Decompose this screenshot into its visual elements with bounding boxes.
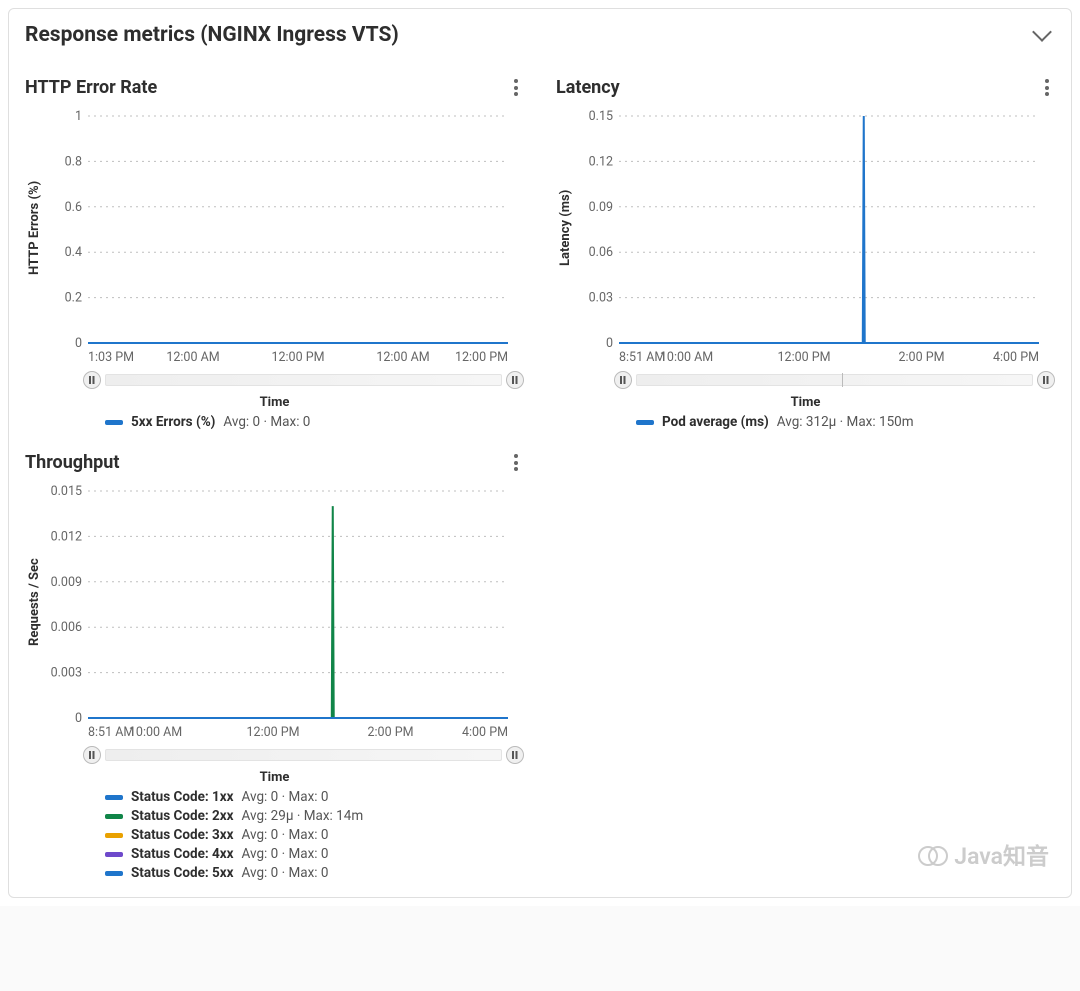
chart-title: HTTP Error Rate	[25, 77, 157, 98]
legend-item[interactable]: Status Code: 4xx Avg: 0 · Max: 0	[105, 846, 524, 862]
chart-plot[interactable]: 0 0.03 0.06 0.09 0.12 0.15 8:51 AM10:00 AM 12:0…	[575, 110, 1045, 365]
svg-text:0.03: 0.03	[589, 291, 613, 306]
chart-menu-button[interactable]	[508, 448, 524, 477]
svg-text:0.06: 0.06	[589, 245, 613, 260]
svg-text:0.12: 0.12	[589, 154, 613, 169]
pause-icon[interactable]	[614, 371, 632, 389]
chart-plot[interactable]: 0 0.003 0.006 0.009 0.012 0.015 8:51 AM10:00 A…	[44, 485, 514, 740]
svg-text:0.006: 0.006	[51, 620, 82, 635]
svg-text:1: 1	[75, 110, 82, 124]
svg-text:8:51 AM: 8:51 AM	[88, 725, 134, 740]
svg-text:0.009: 0.009	[51, 575, 82, 590]
chevron-down-icon[interactable]	[1032, 22, 1052, 42]
legend-stats: Avg: 0 · Max: 0	[242, 789, 329, 805]
svg-text:8:51 AM: 8:51 AM	[619, 350, 665, 365]
chart-menu-button[interactable]	[508, 73, 524, 102]
svg-text:10:00 AM: 10:00 AM	[129, 725, 182, 740]
legend-swatch	[636, 420, 654, 425]
legend-item[interactable]: Status Code: 5xx Avg: 0 · Max: 0	[105, 865, 524, 881]
pause-icon[interactable]	[506, 371, 524, 389]
y-axis-label: Latency (ms)	[556, 110, 575, 345]
legend-item[interactable]: Status Code: 2xx Avg: 29μ · Max: 14m	[105, 808, 524, 824]
x-axis-label: Time	[25, 770, 524, 785]
legend-name: 5xx Errors (%)	[131, 414, 215, 430]
legend-name: Status Code: 1xx	[131, 789, 234, 805]
chart-throughput: Throughput Requests / Sec 0 0.003 0.006 0.0…	[25, 430, 524, 881]
svg-text:0: 0	[75, 336, 82, 351]
chart-plot[interactable]: 0 0.2 0.4 0.6 0.8 1 1:03 PM 12:00 AM 12:00 PM 12:…	[44, 110, 514, 365]
svg-text:0.8: 0.8	[65, 154, 82, 169]
svg-text:0.012: 0.012	[51, 529, 82, 544]
chart-legend: 5xx Errors (%) Avg: 0 · Max: 0	[105, 414, 524, 430]
svg-text:0.6: 0.6	[65, 200, 82, 215]
svg-text:12:00 PM: 12:00 PM	[247, 725, 300, 740]
y-axis-label: Requests / Sec	[25, 485, 44, 720]
chart-title: Latency	[556, 77, 620, 98]
svg-text:0.15: 0.15	[589, 110, 613, 124]
legend-item[interactable]: 5xx Errors (%) Avg: 0 · Max: 0	[105, 414, 524, 430]
svg-text:0: 0	[75, 711, 82, 726]
pause-icon[interactable]	[83, 371, 101, 389]
timeline-scrubber[interactable]	[636, 374, 1033, 386]
legend-item[interactable]: Pod average (ms) Avg: 312μ · Max: 150m	[636, 414, 1055, 430]
svg-text:0.2: 0.2	[65, 291, 82, 306]
svg-text:12:00 PM: 12:00 PM	[271, 350, 324, 365]
pause-icon[interactable]	[83, 746, 101, 764]
legend-swatch	[105, 420, 123, 425]
legend-stats: Avg: 312μ · Max: 150m	[777, 414, 914, 430]
legend-swatch	[105, 795, 123, 800]
svg-text:0.015: 0.015	[51, 485, 82, 499]
legend-stats: Avg: 0 · Max: 0	[223, 414, 310, 430]
watermark: Java知音	[918, 837, 1049, 871]
watermark-icon	[918, 842, 948, 866]
legend-name: Status Code: 4xx	[131, 846, 234, 862]
legend-name: Status Code: 3xx	[131, 827, 234, 843]
legend-swatch	[105, 871, 123, 876]
chart-http-error-rate: HTTP Error Rate HTTP Errors (%) 00.20.40…	[25, 55, 524, 430]
legend-swatch	[105, 852, 123, 857]
legend-swatch	[105, 833, 123, 838]
svg-text:1:03 PM: 1:03 PM	[88, 350, 134, 365]
legend-name: Status Code: 5xx	[131, 865, 234, 881]
chart-title: Throughput	[25, 452, 119, 473]
svg-text:4:00 PM: 4:00 PM	[993, 350, 1039, 365]
legend-stats: Avg: 0 · Max: 0	[242, 846, 329, 862]
svg-text:2:00 PM: 2:00 PM	[899, 350, 945, 365]
svg-text:0: 0	[606, 336, 613, 351]
svg-text:2:00 PM: 2:00 PM	[368, 725, 414, 740]
timeline-scrubber[interactable]	[105, 749, 502, 761]
svg-text:12:00 AM: 12:00 AM	[376, 350, 429, 365]
svg-text:12:00 PM: 12:00 PM	[455, 350, 508, 365]
chart-legend: Status Code: 1xxAvg: 0 · Max: 0Status Co…	[105, 789, 524, 881]
chart-menu-button[interactable]	[1039, 73, 1055, 102]
legend-swatch	[105, 814, 123, 819]
svg-text:12:00 AM: 12:00 AM	[166, 350, 219, 365]
svg-text:4:00 PM: 4:00 PM	[462, 725, 508, 740]
panel-title: Response metrics (NGINX Ingress VTS)	[25, 23, 399, 47]
legend-item[interactable]: Status Code: 1xx Avg: 0 · Max: 0	[105, 789, 524, 805]
metrics-panel: Response metrics (NGINX Ingress VTS) HTT…	[8, 8, 1072, 898]
timeline-scrubber[interactable]	[105, 374, 502, 386]
chart-legend: Pod average (ms) Avg: 312μ · Max: 150m	[636, 414, 1055, 430]
x-axis-label: Time	[25, 395, 524, 410]
svg-text:0.4: 0.4	[65, 245, 82, 260]
chart-latency: Latency Latency (ms) 0 0.03 0.06 0.09 0.12 0.…	[556, 55, 1055, 430]
svg-text:0.09: 0.09	[589, 200, 613, 215]
x-axis-label: Time	[556, 395, 1055, 410]
pause-icon[interactable]	[506, 746, 524, 764]
legend-stats: Avg: 0 · Max: 0	[242, 827, 329, 843]
pause-icon[interactable]	[1037, 371, 1055, 389]
legend-stats: Avg: 0 · Max: 0	[242, 865, 329, 881]
svg-text:12:00 PM: 12:00 PM	[778, 350, 831, 365]
legend-name: Pod average (ms)	[662, 414, 769, 430]
legend-stats: Avg: 29μ · Max: 14m	[242, 808, 364, 824]
svg-text:10:00 AM: 10:00 AM	[660, 350, 713, 365]
y-axis-label: HTTP Errors (%)	[25, 110, 44, 345]
legend-item[interactable]: Status Code: 3xx Avg: 0 · Max: 0	[105, 827, 524, 843]
svg-text:0.003: 0.003	[51, 666, 82, 681]
legend-name: Status Code: 2xx	[131, 808, 234, 824]
